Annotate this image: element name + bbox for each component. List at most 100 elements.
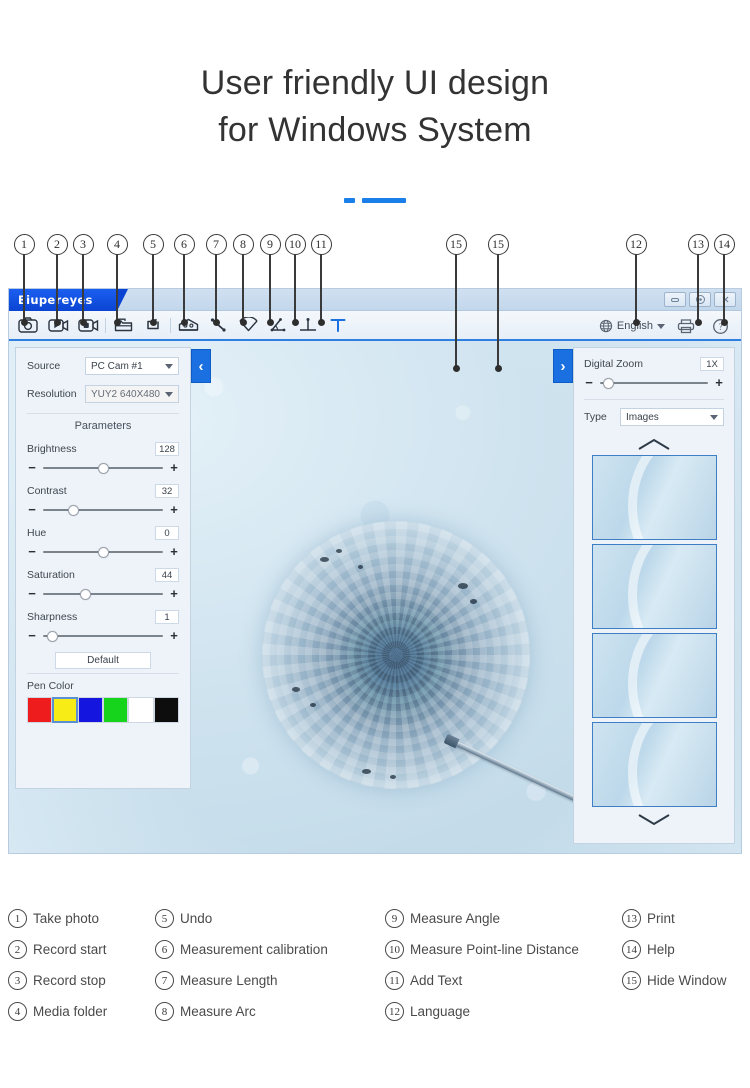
minimize-button[interactable] — [664, 292, 686, 307]
increase-button[interactable]: + — [169, 629, 179, 642]
page-title-line2: for Windows System — [218, 111, 532, 149]
parameter-slider[interactable]: − + — [27, 587, 179, 600]
slider-track[interactable] — [43, 588, 163, 600]
zoom-increase-button[interactable]: + — [714, 376, 724, 389]
legend-item: 7 Measure Length — [155, 965, 328, 996]
hide-right-panel-tab[interactable]: › — [553, 349, 573, 383]
legend-column: 9 Measure Angle 10 Measure Point-line Dista… — [385, 903, 579, 1027]
increase-button[interactable]: + — [169, 545, 179, 558]
callout-leader-line — [320, 254, 322, 322]
pen-color-swatch[interactable] — [128, 697, 154, 723]
parameter-head: Brightness 128 — [27, 442, 179, 456]
close-icon — [722, 296, 728, 303]
cell-speck — [292, 687, 300, 692]
callout-leader-line — [215, 254, 217, 322]
measurement-calibration-button[interactable] — [175, 313, 201, 337]
language-selector[interactable]: English — [599, 319, 665, 333]
increase-button[interactable]: + — [169, 587, 179, 600]
add-text-icon — [330, 319, 346, 332]
increase-button[interactable]: + — [169, 461, 179, 474]
source-select[interactable]: PC Cam #1 — [85, 357, 179, 375]
parameter-slider[interactable]: − + — [27, 629, 179, 642]
slider-track[interactable] — [43, 630, 163, 642]
parameter-label: Brightness — [27, 443, 77, 455]
thumbnail-item[interactable] — [591, 722, 717, 807]
callout-leader-dot — [239, 318, 247, 326]
resolution-select[interactable]: YUY2 640X480 — [85, 385, 179, 403]
slider-thumb[interactable] — [67, 504, 79, 516]
legend-label: Measurement calibration — [180, 942, 328, 957]
zoom-decrease-button[interactable]: − — [584, 376, 594, 389]
digital-zoom-slider[interactable]: − + — [584, 376, 724, 389]
parameter-slider[interactable]: − + — [27, 503, 179, 516]
window-body: ‹ › Source PC Cam #1 Resolution YUY2 640… — [9, 341, 741, 853]
legend-column: 1 Take photo 2 Record start 3 Record stop 4 Med… — [8, 903, 107, 1027]
cell-speck — [336, 549, 342, 553]
callout-number-10: 10 — [284, 233, 306, 255]
resolution-row: Resolution YUY2 640X480 — [27, 385, 179, 403]
slider-thumb[interactable] — [47, 630, 59, 642]
legend-number: 12 — [385, 1002, 404, 1021]
help-button[interactable]: ? — [707, 314, 733, 338]
slider-track[interactable] — [43, 546, 163, 558]
slider-thumb[interactable] — [79, 588, 91, 600]
add-text-button[interactable] — [325, 313, 351, 337]
slider-track[interactable] — [43, 462, 163, 474]
record-stop-button[interactable] — [75, 313, 101, 337]
type-select[interactable]: Images — [620, 408, 724, 426]
gallery-scroll-down-button[interactable] — [584, 811, 724, 828]
close-button[interactable] — [714, 292, 736, 307]
measure-arc-button[interactable] — [235, 313, 261, 337]
parameter-slider[interactable]: − + — [27, 545, 179, 558]
thumbnail-list — [584, 455, 724, 807]
pen-color-swatch[interactable] — [102, 697, 129, 723]
thumbnail-item[interactable] — [591, 455, 717, 540]
slider-thumb[interactable] — [97, 462, 109, 474]
legend-item: 12 Language — [385, 996, 579, 1027]
zoom-slider-thumb[interactable] — [603, 377, 615, 389]
legend-number: 4 — [8, 1002, 27, 1021]
chevron-right-icon: › — [560, 357, 566, 375]
decrease-button[interactable]: − — [27, 503, 37, 516]
hide-left-panel-tab[interactable]: ‹ — [191, 349, 211, 383]
slider-track[interactable] — [43, 504, 163, 516]
thumbnail-item[interactable] — [591, 633, 717, 718]
legend-item: 3 Record stop — [8, 965, 107, 996]
media-folder-button[interactable] — [110, 313, 136, 337]
zoom-slider-track[interactable] — [600, 377, 708, 389]
pen-color-swatch[interactable] — [153, 697, 179, 723]
legend-item: 11 Add Text — [385, 965, 579, 996]
resolution-label: Resolution — [27, 388, 77, 400]
decrease-button[interactable]: − — [27, 629, 37, 642]
measure-point-line-distance-button[interactable] — [295, 313, 321, 337]
parameter-head: Hue 0 — [27, 526, 179, 540]
decrease-button[interactable]: − — [27, 545, 37, 558]
pen-color-swatch[interactable] — [27, 697, 53, 723]
chevron-down-icon — [165, 363, 173, 369]
increase-button[interactable]: + — [169, 503, 179, 516]
page-title-line1: User friendly UI design — [200, 64, 550, 102]
callout-number-11: 11 — [310, 233, 332, 255]
legend-number: 10 — [385, 940, 404, 959]
callout-leader-dot — [79, 318, 87, 326]
default-button[interactable]: Default — [55, 652, 151, 669]
take-photo-button[interactable] — [15, 313, 41, 337]
gallery-scroll-up-button[interactable] — [584, 436, 724, 453]
parameter-saturation: Saturation 44− + — [27, 568, 179, 600]
chevron-down-icon — [657, 323, 665, 329]
legend-number: 5 — [155, 909, 174, 928]
divider — [27, 673, 179, 674]
decrease-button[interactable]: − — [27, 461, 37, 474]
pen-color-swatch[interactable] — [77, 697, 103, 723]
maximize-button[interactable] — [689, 292, 711, 307]
legend-number: 9 — [385, 909, 404, 928]
pen-color-label: Pen Color — [27, 680, 74, 692]
parameter-slider[interactable]: − + — [27, 461, 179, 474]
slider-thumb[interactable] — [97, 546, 109, 558]
print-button[interactable] — [673, 314, 699, 338]
decrease-button[interactable]: − — [27, 587, 37, 600]
thumbnail-item[interactable] — [591, 544, 717, 629]
parameter-value: 0 — [155, 526, 179, 540]
parameter-label: Saturation — [27, 569, 75, 581]
pen-color-swatch[interactable] — [52, 697, 78, 723]
